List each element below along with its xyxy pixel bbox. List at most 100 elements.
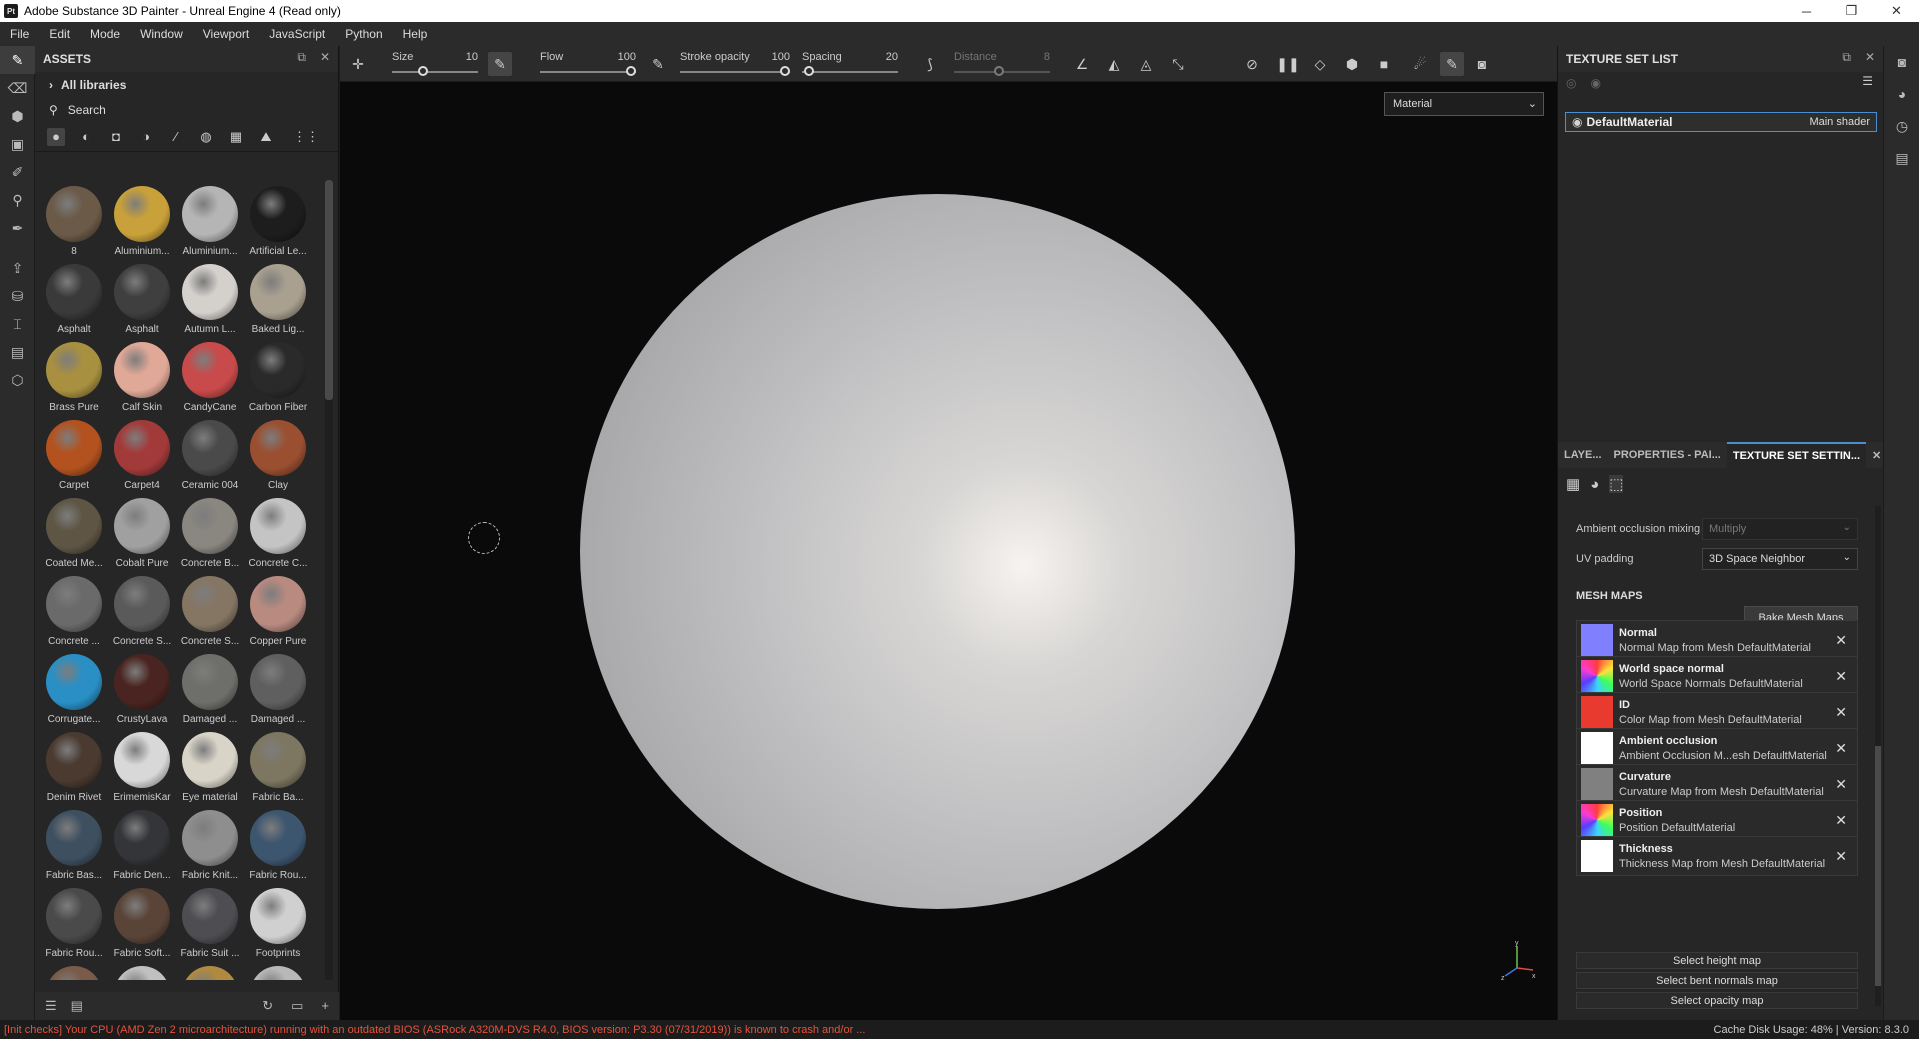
tab-texture-set-settings[interactable]: TEXTURE SET SETTIN... — [1726, 442, 1866, 468]
show-all-icon[interactable]: ◉ — [1590, 76, 1600, 90]
add-icon[interactable]: + — [321, 998, 329, 1014]
distance-value[interactable]: 8 — [1044, 51, 1050, 63]
asset-item[interactable] — [40, 960, 108, 980]
iray-render-icon[interactable]: ☄ — [1408, 52, 1432, 76]
asset-item[interactable]: Fabric Den... — [108, 804, 176, 882]
mesh-map-slot[interactable]: Thickness Thickness Map from Mesh Default… — [1576, 836, 1858, 876]
lazy-mouse-icon[interactable]: ⟆ — [918, 52, 942, 76]
asset-item[interactable] — [176, 960, 244, 980]
uv-icon[interactable]: ⬚ — [1609, 475, 1624, 493]
paint-mode-icon[interactable]: ✎ — [1440, 52, 1464, 76]
mesh-map-slot[interactable]: Ambient occlusion Ambient Occlusion M...e… — [1576, 728, 1858, 768]
mesh-map-slot[interactable]: Position Position DefaultMaterial ✕ — [1576, 800, 1858, 840]
map-thumbnail[interactable] — [1581, 804, 1613, 836]
tab-properties[interactable]: PROPERTIES - PAI... — [1608, 449, 1727, 461]
detail-view-icon[interactable]: ▤ — [71, 998, 83, 1014]
eye-icon[interactable]: ◉ — [1572, 115, 1582, 129]
float-panel-icon[interactable]: ⧉ — [297, 50, 306, 65]
select-height-map-button[interactable]: Select height map — [1576, 952, 1858, 969]
transform-icon[interactable]: ⤡ — [1166, 52, 1190, 76]
remove-map-icon[interactable]: ✕ — [1835, 848, 1847, 865]
asset-item[interactable]: Fabric Soft... — [108, 882, 176, 960]
mesh-map-slot[interactable]: Curvature Curvature Map from Mesh Default… — [1576, 764, 1858, 804]
ao-mixing-dropdown[interactable]: Multiply ⌄ — [1702, 518, 1858, 540]
textures-filter-icon[interactable]: ▦ — [227, 128, 245, 146]
remove-map-icon[interactable]: ✕ — [1835, 704, 1847, 721]
flow-value[interactable]: 100 — [618, 51, 636, 63]
menu-viewport[interactable]: Viewport — [193, 27, 259, 41]
map-thumbnail[interactable] — [1581, 660, 1613, 692]
history-icon[interactable]: ◷ — [1884, 110, 1919, 142]
log-icon[interactable]: ▤ — [1884, 142, 1919, 174]
close-window-button[interactable]: ✕ — [1874, 0, 1919, 22]
minimize-button[interactable]: ─ — [1784, 0, 1829, 22]
asset-item[interactable]: Fabric Knit... — [176, 804, 244, 882]
mesh-map-slot[interactable]: World space normal World Space Normals De… — [1576, 656, 1858, 696]
masks-filter-icon[interactable]: ◘ — [107, 128, 125, 146]
asset-item[interactable]: Fabric Rou... — [244, 804, 310, 882]
screenshot-icon[interactable]: ◙ — [1470, 52, 1494, 76]
distance-slider[interactable]: Distance 8 — [954, 49, 1054, 79]
hide-all-icon[interactable]: ◎ — [1566, 76, 1576, 90]
display-settings-icon[interactable]: ◙ — [1884, 46, 1919, 78]
spacing-slider[interactable]: Spacing 20 — [802, 49, 902, 79]
remove-map-icon[interactable]: ✕ — [1835, 668, 1847, 685]
list-view-icon[interactable]: ☰ — [45, 998, 57, 1014]
flow-slider[interactable]: Flow 100 — [540, 49, 640, 79]
3d-viewport[interactable]: Material ⌄ y x z — [340, 82, 1557, 1020]
asset-item[interactable]: Asphalt — [108, 258, 176, 336]
asset-item[interactable]: Concrete S... — [176, 570, 244, 648]
asset-item[interactable]: Cobalt Pure — [108, 492, 176, 570]
texture-set-row[interactable]: ◉ DefaultMaterial Main shader — [1565, 112, 1877, 132]
asset-item[interactable]: CrustyLava — [108, 648, 176, 726]
materials-filter-icon[interactable]: ● — [47, 127, 65, 146]
tab-layers[interactable]: LAYE... — [1558, 449, 1608, 461]
remove-map-icon[interactable]: ✕ — [1835, 812, 1847, 829]
float-panel-icon[interactable]: ⧉ — [1842, 50, 1851, 65]
camera-icon[interactable]: ■ — [1372, 52, 1396, 76]
asset-item[interactable]: Fabric Ba... — [244, 726, 310, 804]
paint-brush-icon[interactable]: ✎ — [0, 46, 35, 74]
projection-icon[interactable]: ⬢ — [0, 102, 35, 130]
map-thumbnail[interactable] — [1581, 840, 1613, 872]
asset-item[interactable]: Asphalt — [40, 258, 108, 336]
map-thumbnail[interactable] — [1581, 624, 1613, 656]
stroke-opacity-slider[interactable]: Stroke opacity 100 — [680, 49, 794, 79]
asset-item[interactable]: ErimemisKar — [108, 726, 176, 804]
pause-icon[interactable]: ❚❚ — [1276, 52, 1300, 76]
select-opacity-map-button[interactable]: Select opacity map — [1576, 992, 1858, 1009]
display-settings-icon[interactable]: ▤ — [0, 338, 35, 366]
eraser-icon[interactable]: ⌫ — [0, 74, 35, 102]
alphas-filter-icon[interactable]: ◍ — [197, 128, 215, 146]
smudge-icon[interactable]: ✐ — [0, 158, 35, 186]
polygon-fill-icon[interactable]: ▣ — [0, 130, 35, 158]
asset-item[interactable]: Fabric Bas... — [40, 804, 108, 882]
close-panel-icon[interactable]: ✕ — [1865, 50, 1875, 65]
search-input[interactable]: Search — [68, 103, 106, 117]
settings-scrollbar[interactable] — [1875, 506, 1881, 1006]
shader-icon[interactable]: ◕ — [1590, 476, 1599, 493]
asset-item[interactable]: Fabric Rou... — [40, 882, 108, 960]
asset-item[interactable]: Autumn L... — [176, 258, 244, 336]
menu-javascript[interactable]: JavaScript — [259, 27, 335, 41]
environments-filter-icon[interactable]: ⛰ — [257, 128, 275, 146]
menu-file[interactable]: File — [0, 27, 39, 41]
status-error[interactable]: [Init checks] Your CPU (AMD Zen 2 microa… — [0, 1024, 865, 1036]
texture-settings-icon[interactable]: ▦ — [1566, 475, 1580, 493]
color-picker-icon[interactable]: ✒ — [0, 214, 35, 242]
viewport-mode-dropdown[interactable]: Material ⌄ — [1384, 92, 1544, 116]
smart-materials-filter-icon[interactable]: ◐ — [77, 128, 95, 146]
shader-name[interactable]: Main shader — [1809, 116, 1870, 128]
size-value[interactable]: 10 — [466, 51, 478, 63]
grid-view-icon[interactable]: ⋮⋮ — [293, 128, 319, 146]
export-icon[interactable]: ⇪ — [0, 254, 35, 282]
map-thumbnail[interactable] — [1581, 696, 1613, 728]
asset-item[interactable]: Concrete ... — [40, 570, 108, 648]
asset-item[interactable]: Fabric Suit ... — [176, 882, 244, 960]
asset-item[interactable]: Calf Skin — [108, 336, 176, 414]
pressure-size-icon[interactable]: ✎ — [488, 52, 512, 76]
measure-icon[interactable]: ⌶ — [0, 310, 35, 338]
mesh-map-slot[interactable]: Normal Normal Map from Mesh DefaultMateri… — [1576, 620, 1858, 660]
asset-item[interactable]: Damaged ... — [176, 648, 244, 726]
asset-item[interactable]: Concrete C... — [244, 492, 310, 570]
